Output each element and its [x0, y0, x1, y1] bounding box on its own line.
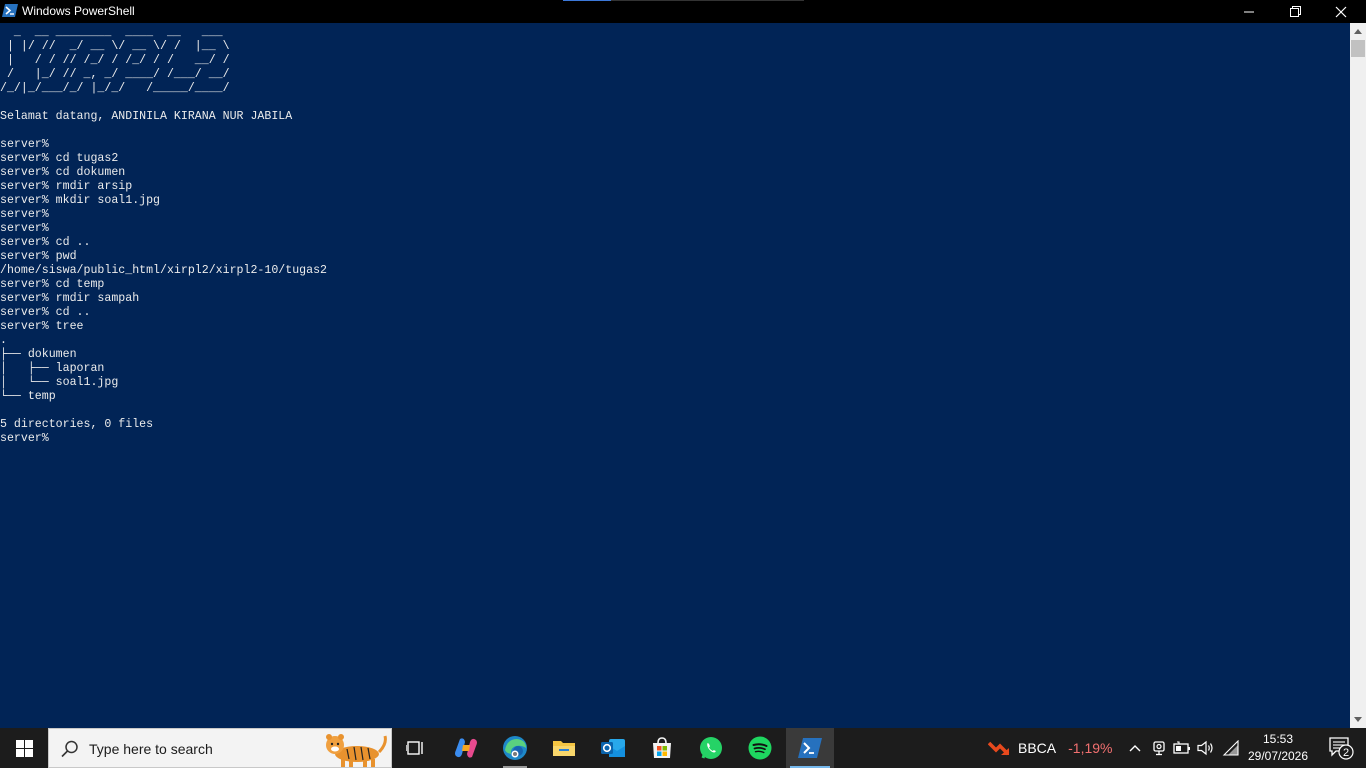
close-button[interactable] — [1318, 0, 1364, 23]
chevron-up-icon — [1354, 29, 1362, 34]
battery-button[interactable] — [1171, 728, 1193, 768]
whatsapp-button[interactable] — [687, 728, 735, 768]
notification-icon: 2 — [1329, 737, 1354, 760]
minimize-icon — [1244, 11, 1254, 12]
console-line: server% tree — [0, 320, 84, 333]
ascii-banner: _ __ ________ ____ __ ___ | |/ // _/ __ … — [0, 26, 230, 96]
copilot-icon — [455, 738, 477, 758]
volume-button[interactable] — [1195, 728, 1217, 768]
window-title: Windows PowerShell — [22, 4, 135, 18]
vertical-scrollbar[interactable] — [1350, 23, 1366, 728]
outlook-button[interactable] — [589, 728, 637, 768]
system-clock[interactable]: 15:53 29/07/2026 — [1244, 728, 1314, 768]
wifi-button[interactable] — [1220, 728, 1242, 768]
banner-line: _ __ ________ ____ __ ___ — [0, 26, 223, 39]
banner-line: /_/|_/___/_/ |_/_/ /_____/____/ — [0, 82, 230, 95]
meet-now-icon — [1153, 741, 1165, 756]
chevron-down-icon — [1354, 717, 1362, 722]
meet-now-button[interactable] — [1148, 728, 1170, 768]
banner-line: | / / // /_/ / /_/ / / __/ / — [0, 54, 230, 67]
search-icon — [61, 740, 78, 758]
battery-icon — [1173, 741, 1190, 754]
console-line: server% — [0, 222, 49, 235]
windows-start-icon — [15, 739, 33, 757]
console-line: server% cd .. — [0, 236, 91, 249]
chevron-up-icon — [1129, 745, 1141, 752]
spotify-button[interactable] — [736, 728, 784, 768]
show-hidden-icons-button[interactable] — [1124, 728, 1146, 768]
notification-count: 2 — [1343, 747, 1349, 759]
file-explorer-button[interactable] — [540, 728, 588, 768]
edge-button[interactable] — [491, 728, 539, 768]
console-line: server% cd .. — [0, 306, 91, 319]
console-line: server% cd temp — [0, 278, 105, 291]
console-line: server% — [0, 432, 49, 445]
console-line: 5 directories, 0 files — [0, 418, 154, 431]
start-button[interactable] — [0, 728, 48, 768]
powershell-icon — [2, 4, 18, 17]
taskbar: Type here to search BBCA -1,19% 15:53 29… — [0, 728, 1366, 768]
title-accent-line — [563, 0, 611, 1]
banner-line: / |_/ // _, _/ ____/ /___/ __/ — [0, 68, 230, 81]
scroll-down-button[interactable] — [1350, 711, 1366, 728]
banner-line: | |/ // _/ __ \/ __ \/ / |__ \ — [0, 40, 230, 53]
console-line: server% pwd — [0, 250, 77, 263]
console-lines: Selamat datang, ANDINILA KIRANA NUR JABI… — [0, 110, 327, 446]
clock-date: 29/07/2026 — [1247, 749, 1309, 763]
task-view-button[interactable] — [392, 728, 440, 768]
search-placeholder: Type here to search — [89, 741, 213, 757]
copilot-button[interactable] — [442, 728, 490, 768]
restore-button[interactable] — [1272, 0, 1318, 23]
outlook-icon — [601, 739, 625, 757]
search-box[interactable]: Type here to search — [48, 728, 392, 768]
console-line: server% — [0, 208, 49, 221]
stock-symbol: BBCA — [1018, 740, 1057, 756]
title-bar[interactable]: Windows PowerShell — [0, 0, 1366, 23]
notification-center-button[interactable]: 2 — [1316, 728, 1366, 768]
whatsapp-icon — [700, 737, 722, 759]
scrollbar-thumb[interactable] — [1351, 40, 1365, 57]
console-line: ├── dokumen — [0, 348, 77, 361]
console-line: server% rmdir arsip — [0, 180, 133, 193]
edge-icon — [503, 736, 527, 760]
file-explorer-icon — [553, 741, 575, 756]
console-line: └── temp — [0, 390, 56, 403]
microsoft-store-button[interactable] — [638, 728, 686, 768]
console-line: Selamat datang, ANDINILA KIRANA NUR JABI… — [0, 110, 293, 123]
scroll-up-button[interactable] — [1350, 23, 1366, 40]
clock-time: 15:53 — [1262, 732, 1294, 746]
volume-icon — [1197, 740, 1213, 756]
console-line: server% cd tugas2 — [0, 152, 119, 165]
console-line: server% — [0, 138, 49, 151]
console-line: │ ├── laporan — [0, 362, 105, 375]
console-line: │ └── soal1.jpg — [0, 376, 119, 389]
console-output[interactable]: _ __ ________ ____ __ ___ | |/ // _/ __ … — [0, 23, 1350, 728]
console-line: server% mkdir soal1.jpg — [0, 194, 161, 207]
stock-change: -1,19% — [1068, 740, 1113, 756]
stock-down-icon — [988, 741, 1010, 756]
stock-widget[interactable]: BBCA -1,19% — [988, 728, 1112, 768]
minimize-button[interactable] — [1226, 0, 1272, 23]
powershell-taskbar-button[interactable] — [786, 728, 834, 768]
console-line: server% rmdir sampah — [0, 292, 140, 305]
powershell-icon — [798, 738, 822, 758]
console-line: /home/siswa/public_html/xirpl2/xirpl2-10… — [0, 264, 327, 277]
console-line: server% cd dokumen — [0, 166, 126, 179]
microsoft-store-icon — [653, 737, 671, 758]
restore-icon — [1289, 6, 1301, 17]
title-divider-line — [611, 0, 804, 1]
console-line: . — [0, 334, 7, 347]
wifi-icon — [1222, 740, 1239, 756]
task-view-icon — [406, 741, 423, 755]
spotify-icon — [748, 736, 772, 760]
close-icon — [1335, 6, 1347, 17]
tiger-search-highlight-icon — [326, 734, 387, 767]
